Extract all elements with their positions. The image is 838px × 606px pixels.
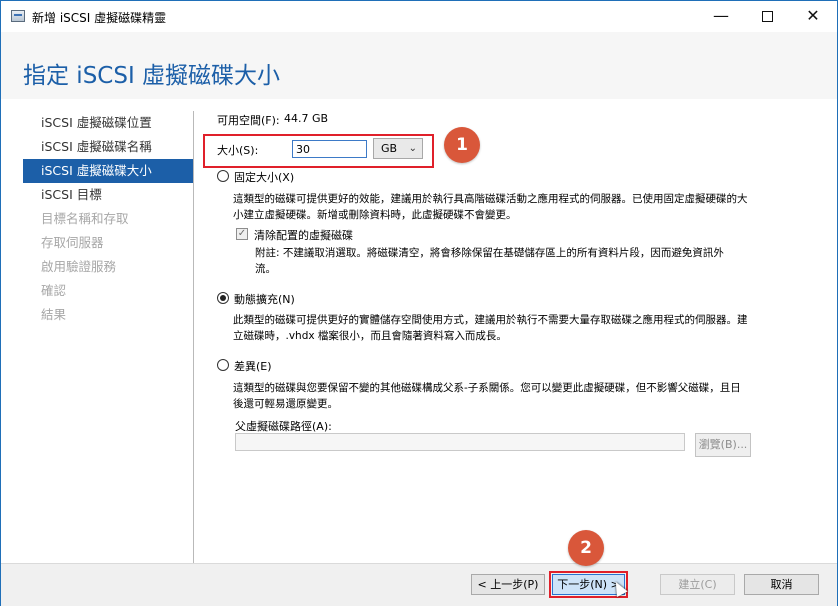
- window-title: 新增 iSCSI 虛擬磁碟精靈: [32, 11, 167, 25]
- step-results: 結果: [41, 307, 67, 322]
- clear-allocated-note: 附註: 不建議取消選取。將磁碟清空，將會移除保留在基礎儲存區上的所有資料片段，因…: [255, 247, 724, 275]
- minimize-button[interactable]: —: [698, 1, 744, 32]
- step-target-name-access: 目標名稱和存取: [41, 211, 129, 226]
- free-space-label: 可用空間(F):: [217, 114, 280, 127]
- step-confirmation: 確認: [41, 283, 67, 298]
- size-settings-panel: 可用空間(F): 44.7 GB 大小(S): GB ⌄ 固定大小(X) 這類型…: [217, 99, 817, 563]
- title-bar: 新增 iSCSI 虛擬磁碟精靈 — ✕: [1, 1, 837, 32]
- wizard-header: 指定 iSCSI 虛擬磁碟大小: [1, 32, 837, 99]
- back-button[interactable]: < 上一步(P): [471, 574, 545, 595]
- fixed-size-description: 這類型的磁碟可提供更好的效能，建議用於執行具高階磁碟活動之應用程式的伺服器。已使…: [233, 193, 748, 221]
- size-callout-highlight: [203, 134, 434, 168]
- create-button: 建立(C): [660, 574, 735, 595]
- clear-allocated-label[interactable]: 清除配置的虛擬磁碟: [254, 227, 353, 243]
- differencing-description: 這類型的磁碟與您要保留不變的其他磁碟構成父系-子系關係。您可以變更此虛擬硬碟，但…: [233, 382, 741, 410]
- callout-badge-1: 1: [444, 127, 480, 163]
- fixed-size-label[interactable]: 固定大小(X): [234, 169, 294, 185]
- nav-divider: [193, 111, 194, 563]
- fixed-size-radio[interactable]: [217, 170, 229, 182]
- step-access-servers: 存取伺服器: [41, 235, 104, 250]
- step-virtual-disk-name[interactable]: iSCSI 虛擬磁碟名稱: [23, 135, 193, 159]
- wizard-app-icon: [11, 10, 25, 22]
- wizard-window: 新增 iSCSI 虛擬磁碟精靈 — ✕ 指定 iSCSI 虛擬磁碟大小 iSCS…: [0, 0, 838, 606]
- parent-path-input[interactable]: [235, 433, 685, 451]
- cancel-button[interactable]: 取消: [744, 574, 819, 595]
- dynamic-expand-description: 此類型的磁碟可提供更好的實體儲存空間使用方式，建議用於執行不需要大量存取磁碟之應…: [233, 314, 748, 342]
- maximize-button[interactable]: [744, 1, 790, 32]
- free-space-value: 44.7 GB: [284, 112, 329, 125]
- free-space-row: 可用空間(F): 44.7 GB: [217, 112, 328, 128]
- differencing-radio[interactable]: [217, 359, 229, 371]
- step-virtual-disk-location[interactable]: iSCSI 虛擬磁碟位置: [23, 111, 193, 135]
- wizard-step-list: iSCSI 虛擬磁碟位置 iSCSI 虛擬磁碟名稱 iSCSI 虛擬磁碟大小 i…: [23, 111, 193, 327]
- differencing-label[interactable]: 差異(E): [234, 358, 272, 374]
- close-button[interactable]: ✕: [790, 1, 836, 32]
- browse-button: 瀏覽(B)...: [695, 433, 751, 457]
- step-virtual-disk-size[interactable]: iSCSI 虛擬磁碟大小: [23, 159, 193, 183]
- clear-allocated-checkbox[interactable]: ✓: [236, 228, 248, 240]
- step-iscsi-target[interactable]: iSCSI 目標: [23, 183, 193, 207]
- dynamic-expand-label[interactable]: 動態擴充(N): [234, 291, 295, 307]
- dynamic-expand-radio[interactable]: [217, 292, 229, 304]
- page-title: 指定 iSCSI 虛擬磁碟大小: [23, 63, 281, 89]
- callout-badge-2: 2: [568, 530, 604, 566]
- maximize-icon: [761, 11, 773, 22]
- step-enable-authentication: 啟用驗證服務: [41, 259, 117, 274]
- parent-path-label: 父虛擬磁碟路徑(A):: [235, 420, 332, 433]
